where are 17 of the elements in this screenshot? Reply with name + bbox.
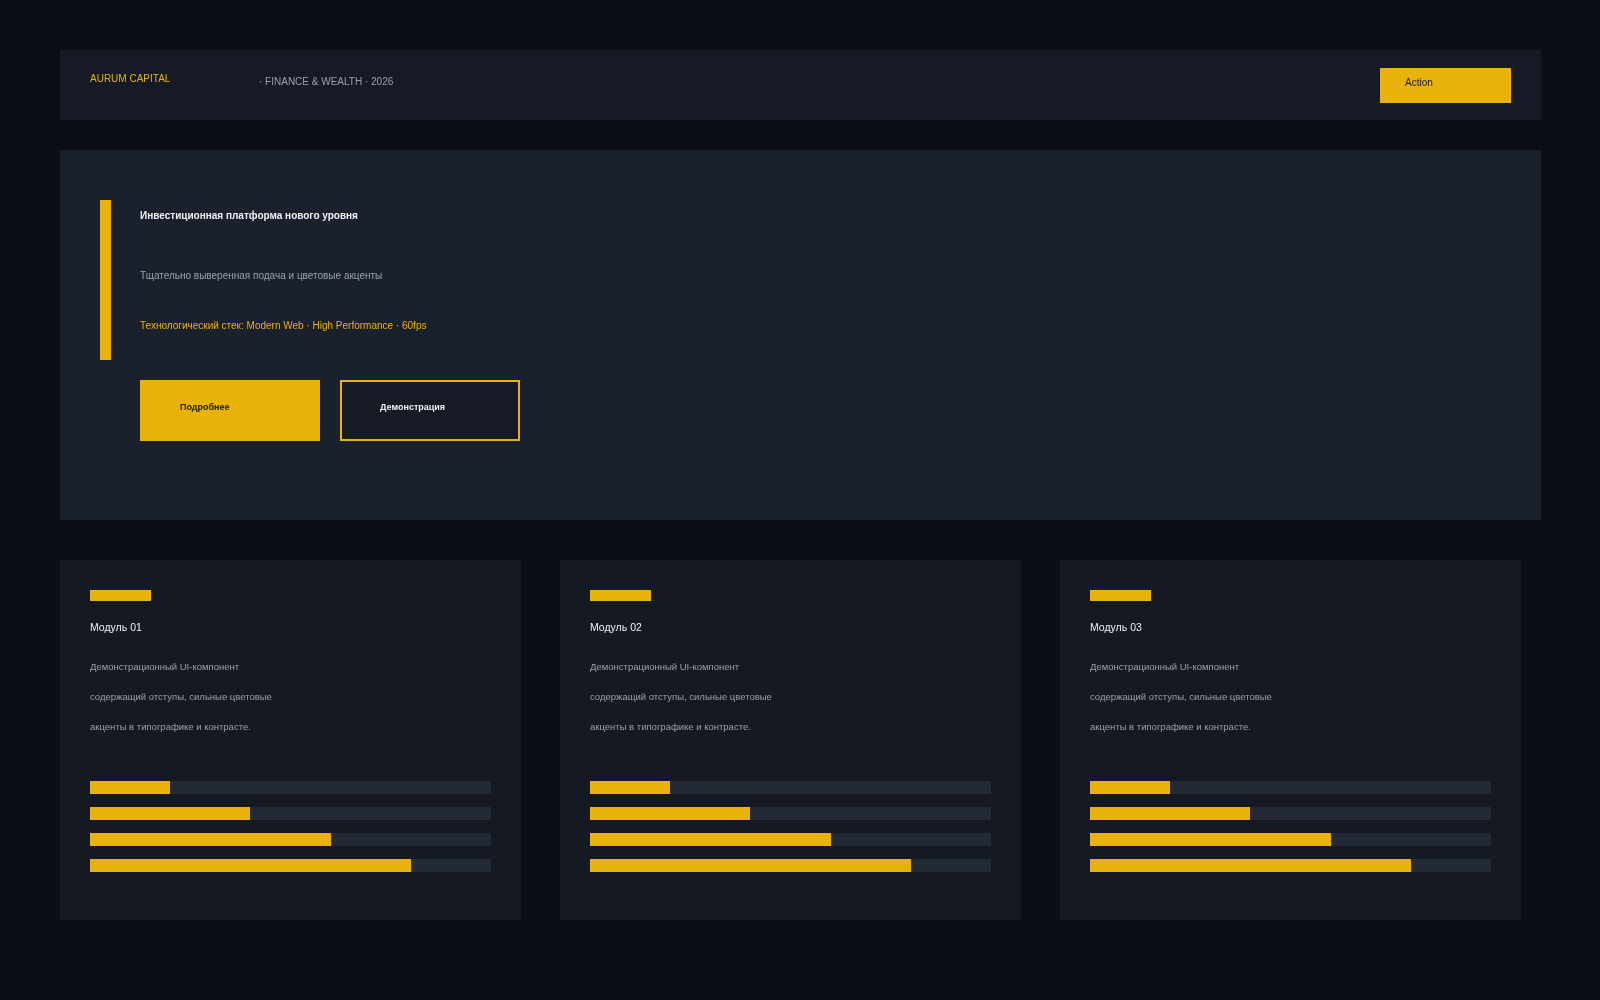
card-title: Модуль 03 [1090, 621, 1142, 633]
primary-button[interactable]: Подробнее [140, 380, 320, 441]
tagline: · FINANCE & WEALTH · 2026 [259, 75, 394, 89]
card-title: Модуль 02 [590, 621, 642, 633]
card-description: Демонстрационный UI-компонент содержащий отступы, сильные цветовые акценты в типографике и контрасте. [590, 660, 773, 734]
outline-button[interactable]: Демонстрация [340, 380, 520, 441]
accent-bar [590, 590, 651, 601]
hero-subtitle: Тщательно выверенная подача и цветовые акценты [140, 270, 383, 282]
card-description: Демонстрационный UI-компонент содержащий отступы, сильные цветовые акценты в типографике и контрасте. [1090, 660, 1273, 734]
accent-bar [1090, 590, 1151, 601]
action-button[interactable]: Action [1380, 68, 1511, 103]
card-description: Демонстрационный UI-компонент содержащий отступы, сильные цветовые акценты в типографике и контрасте. [90, 660, 273, 734]
accent-bar [90, 590, 151, 601]
logo-text: AURUM CAPITAL [90, 72, 172, 86]
card-title: Модуль 01 [90, 621, 142, 633]
tech-line: Технологический стек: Modern Web · High Performance · 60fps [140, 320, 427, 332]
hero-title: Инвестиционная платформа нового уровня [140, 210, 358, 222]
